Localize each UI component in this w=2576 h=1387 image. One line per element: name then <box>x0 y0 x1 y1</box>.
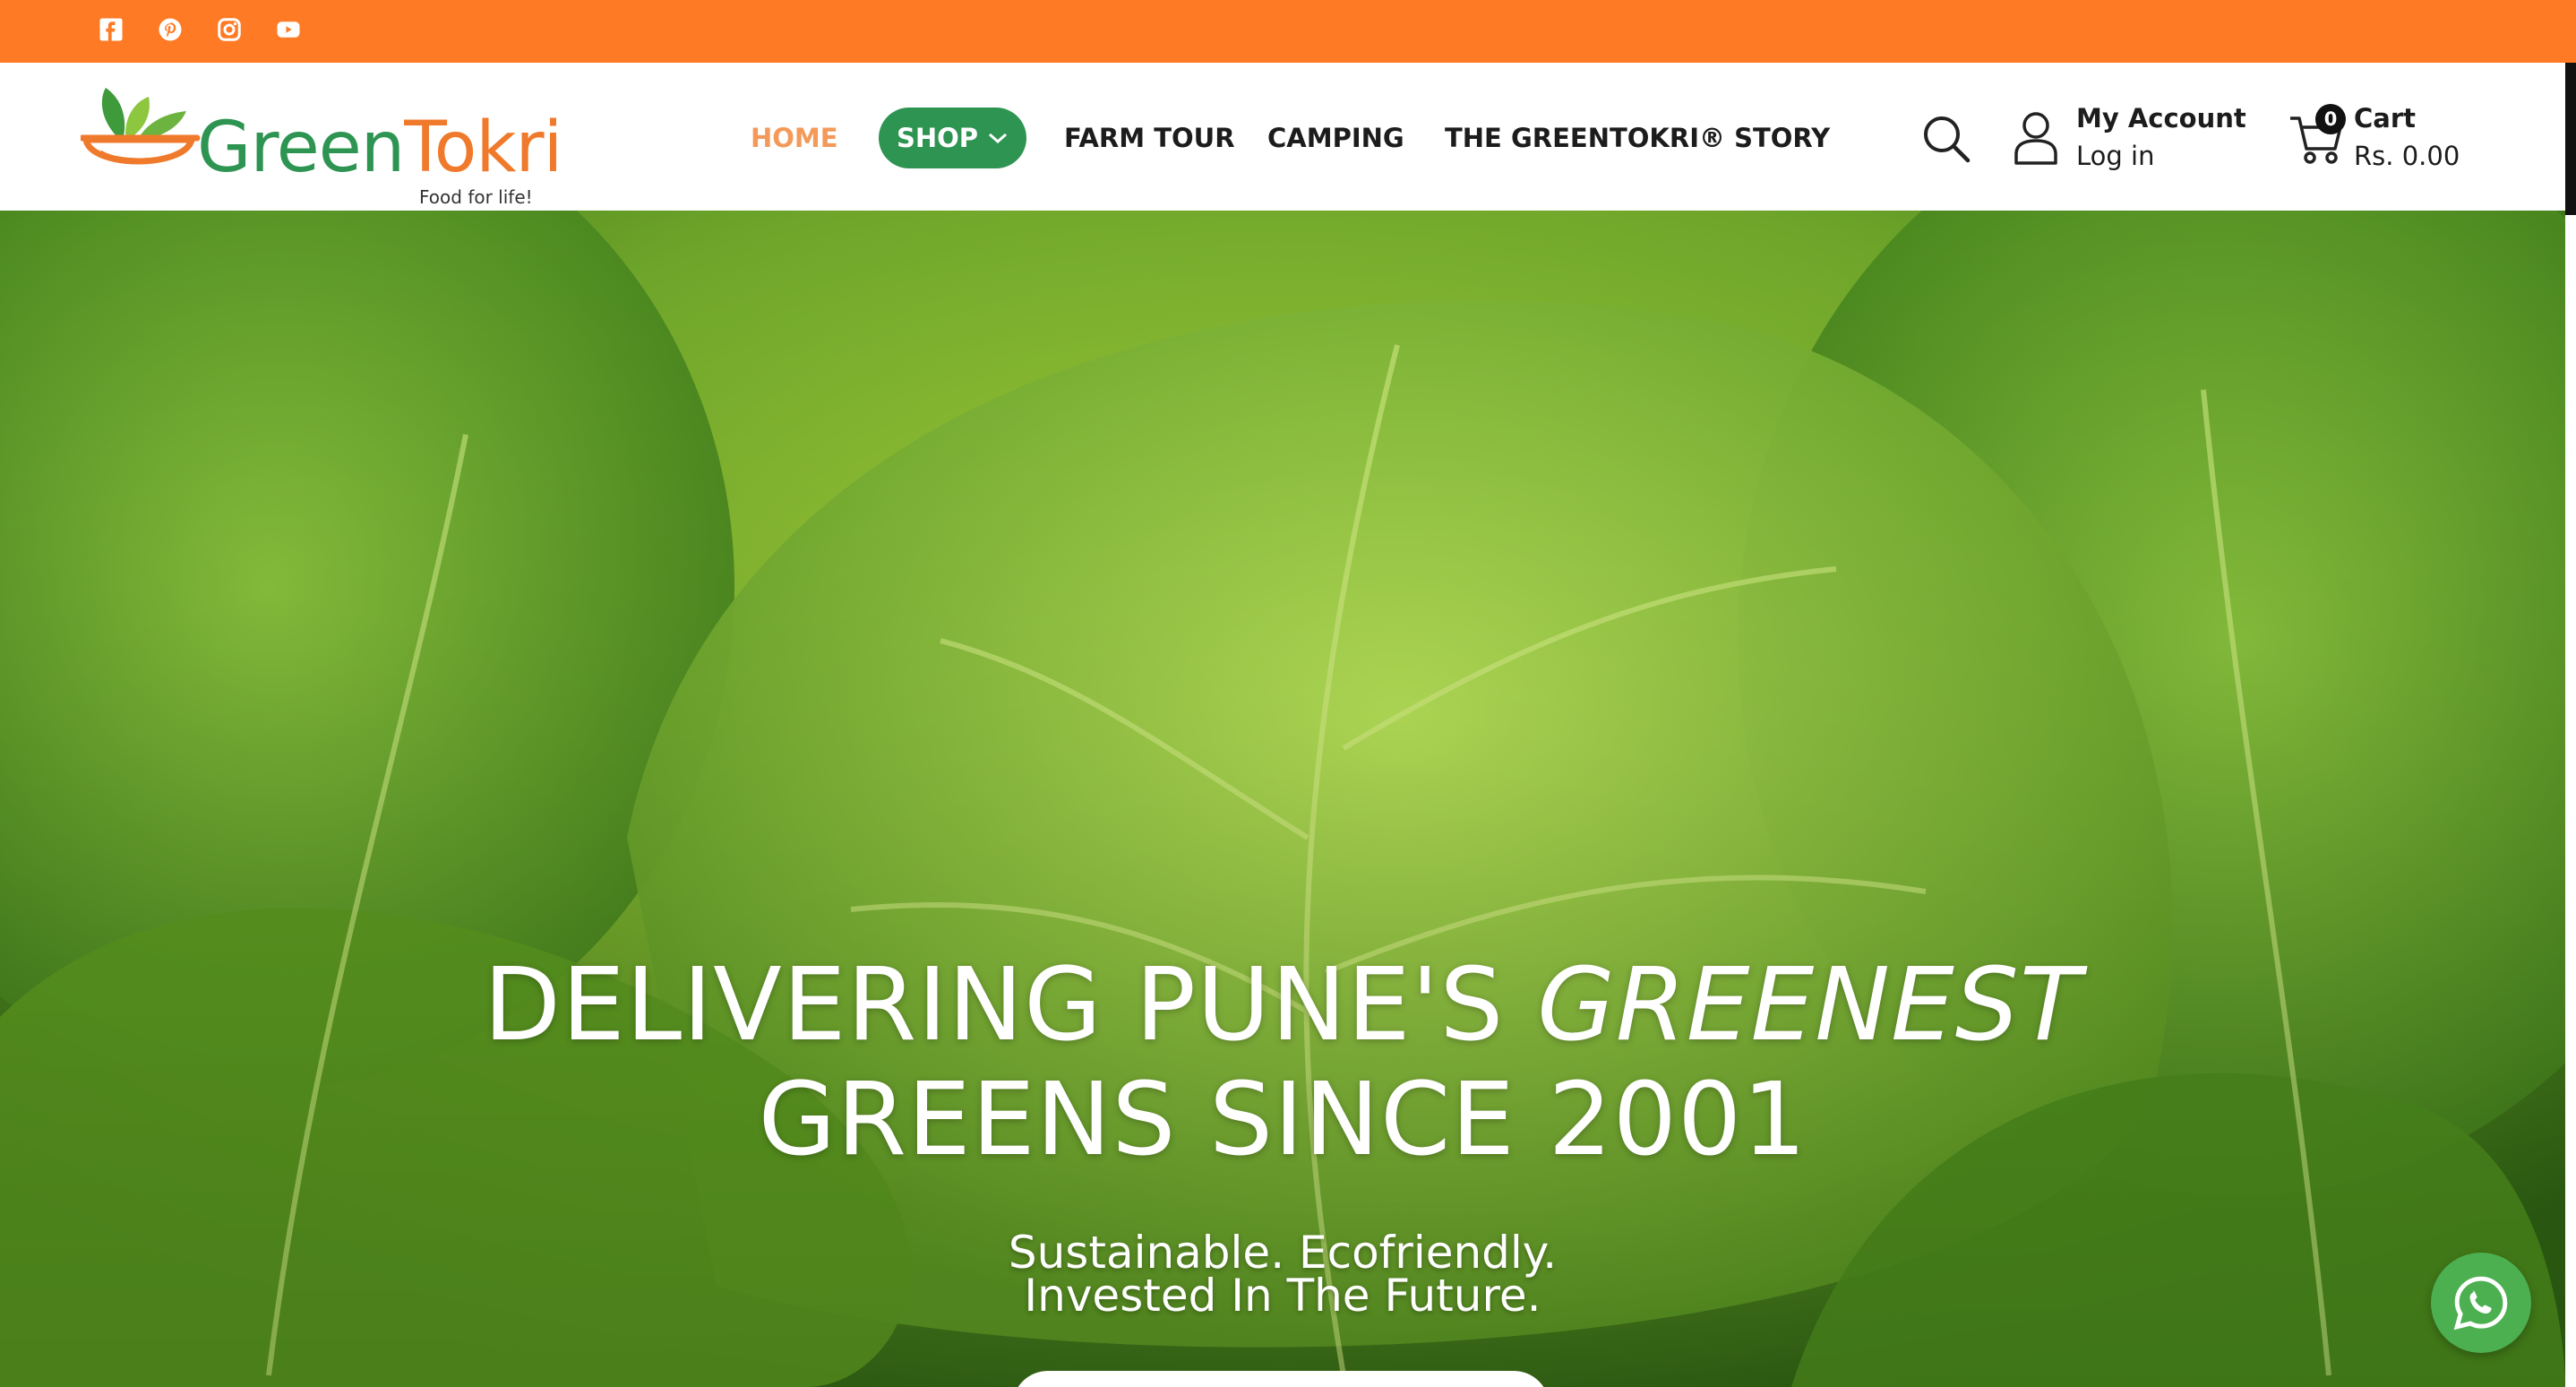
nav-shop[interactable]: SHOP <box>879 108 1027 168</box>
whatsapp-icon <box>2453 1276 2508 1331</box>
chevron-down-icon <box>989 133 1008 144</box>
brand-name: GreenTokri <box>197 108 562 188</box>
nav-home[interactable]: HOME <box>751 108 838 168</box>
scrollbar-edge <box>2565 63 2576 215</box>
nav-farm-tour[interactable]: FARM TOUR <box>1064 108 1235 168</box>
login-link[interactable]: Log in <box>2076 141 2154 171</box>
bowl-leaves-icon <box>81 88 201 165</box>
nav-camping[interactable]: CAMPING <box>1267 108 1404 168</box>
whatsapp-button[interactable] <box>2431 1253 2531 1353</box>
instagram-icon[interactable] <box>213 13 245 46</box>
user-icon[interactable] <box>2013 109 2059 167</box>
youtube-icon[interactable] <box>272 13 305 46</box>
brand-logo[interactable]: GreenTokri Food for life! <box>81 81 562 208</box>
social-bar <box>0 0 2576 63</box>
hero-heading-line-1: DELIVERING PUNE'S GREENEST <box>483 947 2082 1064</box>
nav-shop-label: SHOP <box>897 123 979 153</box>
nav-story[interactable]: THE GREENTOKRI® STORY <box>1445 108 1830 168</box>
account-title[interactable]: My Account <box>2076 103 2246 134</box>
cart-count-badge: 0 <box>2315 104 2346 134</box>
hero-subtitle-line-1: Sustainable. Ecofriendly. <box>1008 1227 1558 1279</box>
brand-tagline: Food for life! <box>419 186 533 208</box>
hero-subtitle-line-2: Invested In The Future. <box>1024 1270 1541 1322</box>
lettuce-background-image <box>0 211 2565 1387</box>
search-icon[interactable] <box>1919 112 1973 166</box>
cart-title[interactable]: Cart <box>2354 103 2416 134</box>
pinterest-icon[interactable] <box>154 13 186 46</box>
hero-heading-line-2: GREENS SINCE 2001 <box>758 1062 1807 1178</box>
cart-total: Rs. 0.00 <box>2354 141 2460 171</box>
facebook-icon[interactable] <box>95 13 127 46</box>
hero-cta-button[interactable] <box>1012 1371 1550 1387</box>
hero-banner: DELIVERING PUNE'S GREENEST GREENS SINCE … <box>0 211 2565 1387</box>
site-header: GreenTokri Food for life! HOME SHOP FARM… <box>0 63 2565 211</box>
